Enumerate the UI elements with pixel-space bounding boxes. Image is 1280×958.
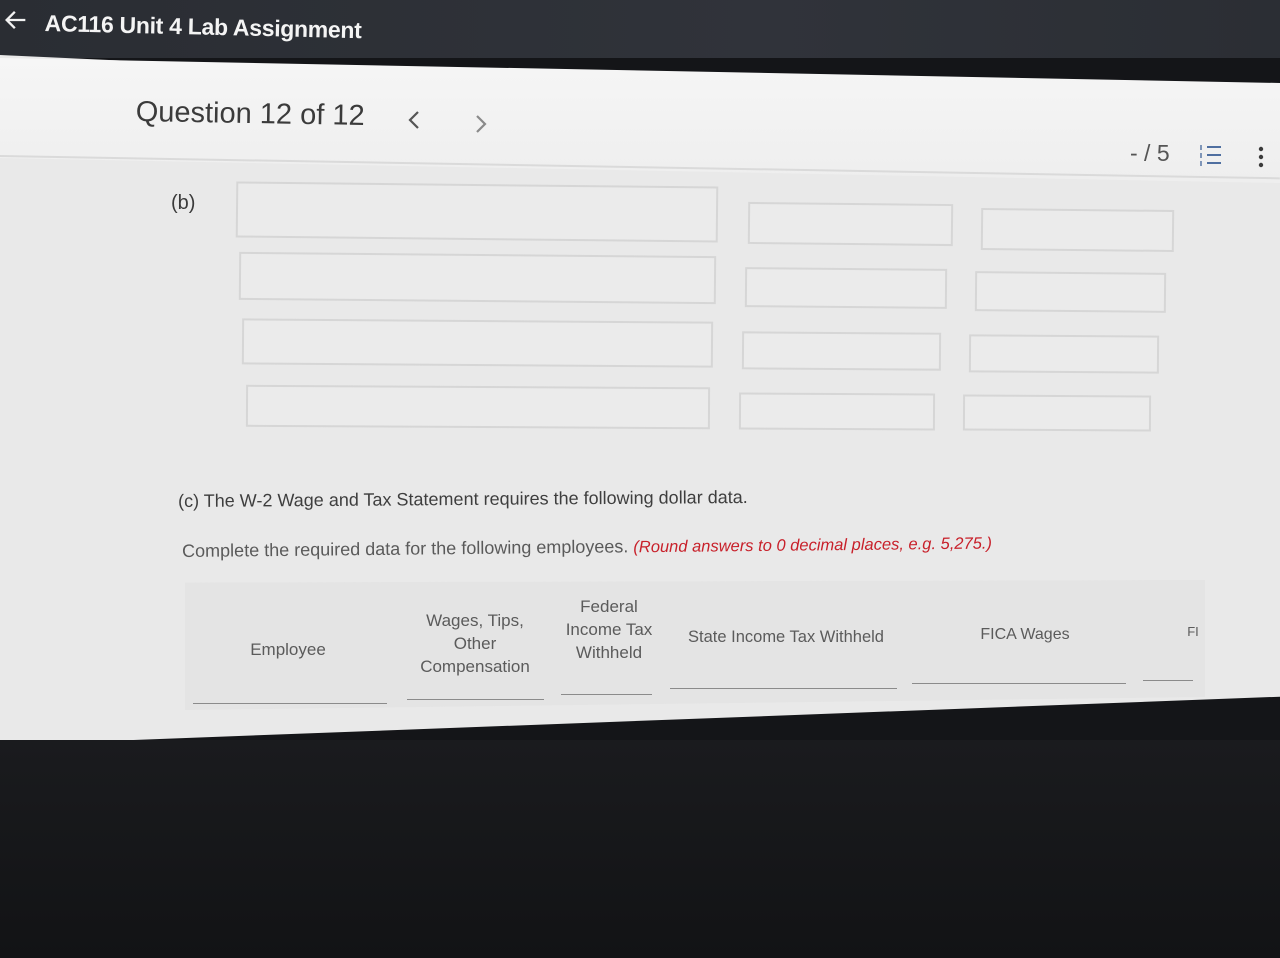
header-wages: Wages, Tips, Other Compensation bbox=[420, 611, 530, 676]
header-fi-truncated: FI bbox=[1187, 624, 1199, 639]
app-title: AC116 Unit 4 Lab Assignment bbox=[44, 10, 362, 44]
header-underline-employee bbox=[193, 703, 387, 704]
part-b-row2-col1-input[interactable] bbox=[238, 251, 717, 305]
rounding-hint: (Round answers to 0 decimal places, e.g.… bbox=[633, 534, 993, 557]
header-underline-fica bbox=[912, 683, 1126, 684]
header-underline-state bbox=[670, 688, 897, 689]
header-underline-wages bbox=[407, 699, 544, 700]
instructions-text: Complete the required data for the follo… bbox=[182, 536, 629, 561]
part-b-row4-col2-input[interactable] bbox=[738, 392, 936, 431]
header-fica-wages: FICA Wages bbox=[980, 626, 1070, 643]
part-b-row1-col3-input[interactable] bbox=[980, 207, 1175, 253]
part-b-label: (b) bbox=[171, 192, 196, 214]
header-underline-fi bbox=[1143, 680, 1193, 681]
part-b-row2-col3-input[interactable] bbox=[974, 271, 1167, 313]
chevron-right-icon[interactable] bbox=[471, 112, 491, 136]
part-b-row3-col3-input[interactable] bbox=[968, 334, 1160, 374]
header-employee: Employee bbox=[250, 640, 326, 659]
arrow-left-icon[interactable] bbox=[2, 6, 30, 34]
part-b-row2-col2-input[interactable] bbox=[744, 267, 948, 309]
more-vertical-icon[interactable] bbox=[1254, 144, 1268, 170]
score-display: - / 5 bbox=[1130, 140, 1170, 166]
part-c-question: (c) The W-2 Wage and Tax Statement requi… bbox=[178, 487, 748, 511]
part-b-row1-col2-input[interactable] bbox=[747, 201, 954, 247]
screen-bezel bbox=[0, 740, 1280, 958]
part-b-row3-col2-input[interactable] bbox=[741, 331, 942, 371]
part-b-row4-col1-input[interactable] bbox=[245, 384, 711, 430]
chevron-left-icon[interactable] bbox=[404, 108, 424, 132]
question-title: Question 12 of 12 bbox=[135, 96, 365, 132]
app-header: AC116 Unit 4 Lab Assignment bbox=[0, 0, 1280, 58]
part-b-row3-col1-input[interactable] bbox=[241, 318, 714, 368]
part-b-row1-col1-input[interactable] bbox=[235, 181, 719, 243]
header-underline-federal bbox=[561, 694, 652, 695]
part-b-row4-col3-input[interactable] bbox=[962, 394, 1152, 432]
header-federal-tax: Federal Income Tax Withheld bbox=[565, 597, 653, 662]
header-state-tax: State Income Tax Withheld bbox=[688, 628, 884, 646]
question-list-icon[interactable] bbox=[1198, 142, 1224, 168]
